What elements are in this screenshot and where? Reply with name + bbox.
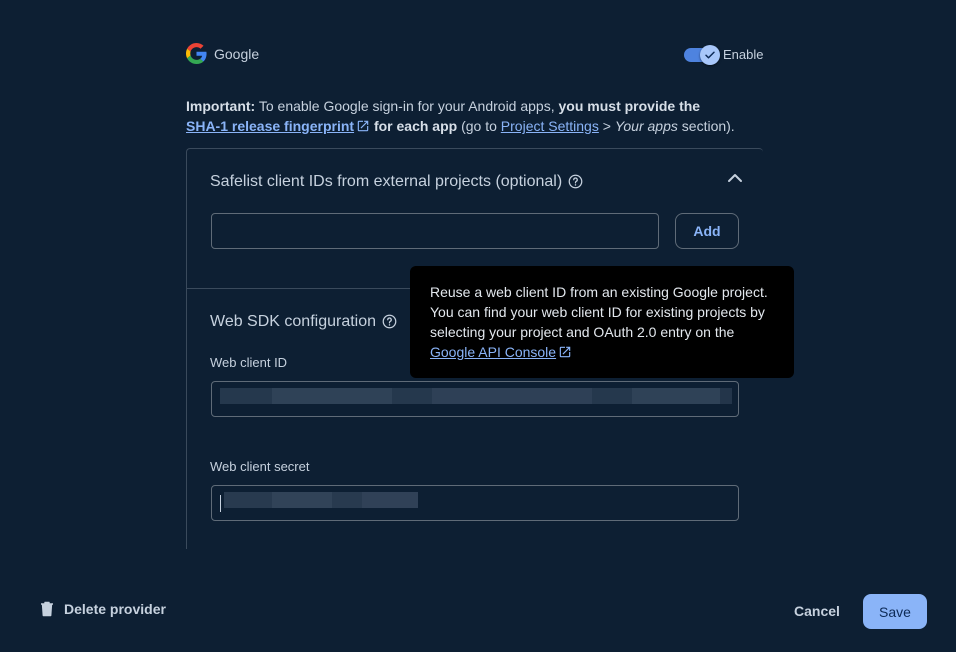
add-button[interactable]: Add — [675, 213, 739, 249]
enable-label: Enable — [723, 47, 764, 62]
important-label: Important: — [186, 98, 256, 114]
open-in-new-icon — [559, 346, 571, 358]
google-logo-icon — [186, 43, 207, 64]
important-notice: Important: To enable Google sign-in for … — [186, 96, 766, 136]
google-api-console-link[interactable]: Google API Console — [430, 344, 572, 360]
save-button[interactable]: Save — [863, 594, 927, 629]
project-settings-link[interactable]: Project Settings — [501, 118, 599, 134]
notice-bold-text-2: for each app — [370, 118, 458, 134]
delete-provider-label: Delete provider — [64, 601, 166, 617]
web-client-secret-input[interactable] — [211, 485, 739, 521]
check-icon — [705, 51, 715, 59]
sha1-fingerprint-link[interactable]: SHA-1 release fingerprint — [186, 118, 370, 134]
provider-name: Google — [214, 46, 260, 62]
notice-text-2: (go to — [457, 118, 501, 134]
web-client-id-input[interactable] — [211, 381, 739, 417]
toggle-thumb — [700, 45, 720, 65]
web-client-id-label: Web client ID — [210, 355, 288, 370]
cancel-button[interactable]: Cancel — [794, 603, 840, 619]
web-sdk-title: Web SDK configuration — [210, 313, 397, 331]
notice-bold-text: you must provide the — [558, 98, 701, 114]
notice-text-4: section). — [677, 118, 735, 134]
web-sdk-title-text: Web SDK configuration — [210, 313, 377, 330]
trash-icon — [41, 601, 53, 617]
safelist-client-id-input[interactable] — [211, 213, 659, 249]
text-cursor — [220, 495, 221, 512]
safelist-title-text: Safelist client IDs from external projec… — [210, 173, 563, 190]
open-in-new-icon — [357, 120, 369, 132]
enable-toggle[interactable] — [684, 44, 720, 66]
help-icon[interactable] — [382, 314, 397, 329]
notice-text-3: > — [598, 118, 615, 134]
tooltip-line: Reuse a web client ID from an existing G… — [430, 284, 768, 300]
notice-italic: Your apps — [614, 118, 678, 134]
delete-provider-button[interactable]: Delete provider — [40, 601, 166, 617]
tooltip-line: You can find your web client ID for exis… — [430, 304, 765, 320]
notice-text: To enable Google sign-in for your Androi… — [255, 98, 559, 114]
help-tooltip: Reuse a web client ID from an existing G… — [410, 266, 794, 378]
web-client-secret-label: Web client secret — [210, 459, 310, 474]
tooltip-line: selecting your project and OAuth 2.0 ent… — [430, 324, 735, 340]
safelist-title: Safelist client IDs from external projec… — [210, 173, 583, 191]
chevron-up-icon[interactable] — [727, 172, 743, 184]
help-icon[interactable] — [568, 174, 583, 189]
